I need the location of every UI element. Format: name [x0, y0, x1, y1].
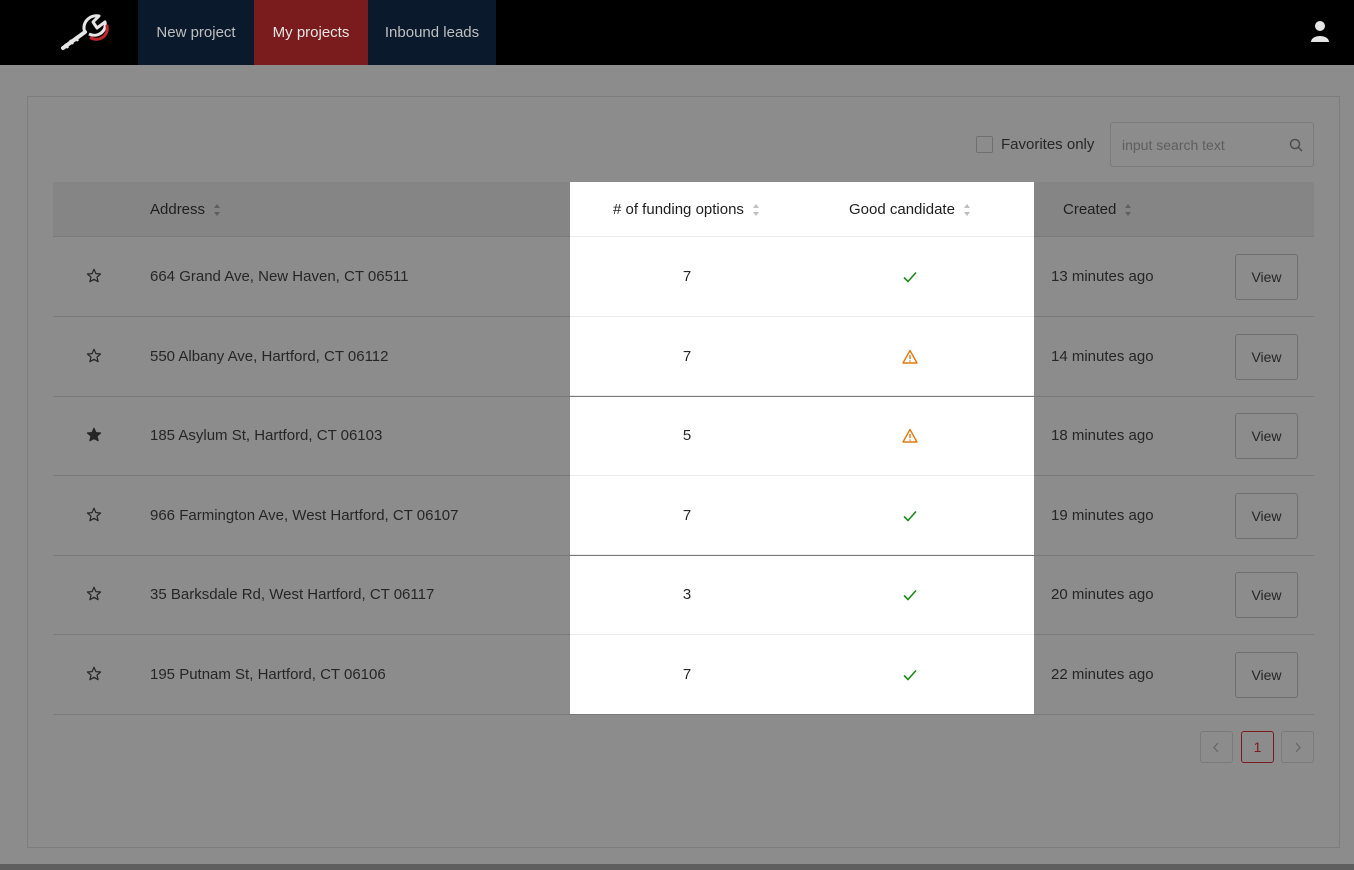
view-button[interactable]: View: [1235, 572, 1298, 618]
sort-icon[interactable]: [1124, 203, 1132, 217]
table-row: 185 Asylum St, Hartford, CT 06103 5 18 min…: [53, 396, 1314, 476]
table-row: 966 Farmington Ave, West Hartford, CT 06…: [53, 476, 1314, 556]
view-button[interactable]: View: [1235, 492, 1298, 539]
nav-tab-my-projects[interactable]: My projects: [254, 0, 368, 65]
sort-icon[interactable]: [963, 203, 971, 217]
star-outline-icon[interactable]: [86, 348, 102, 364]
address-cell: 550 Albany Ave, Hartford, CT 06112: [150, 347, 389, 365]
favorites-only-label[interactable]: Favorites only: [1001, 136, 1094, 154]
address-cell: 664 Grand Ave, New Haven, CT 06511: [150, 268, 409, 285]
star-outline-icon[interactable]: [86, 507, 102, 523]
column-header-good-label: Good candidate: [849, 201, 955, 218]
funding-options-cell: 7: [682, 665, 692, 683]
check-icon: [903, 669, 917, 681]
nav-tab-new-project[interactable]: New project: [138, 0, 254, 65]
created-cell: 14 minutes ago: [1051, 347, 1154, 365]
table-row: 195 Putnam St, Hartford, CT 06106 7 22 min…: [53, 635, 1314, 715]
star-outline-icon[interactable]: [86, 666, 102, 682]
created-cell: 20 minutes ago: [1051, 586, 1154, 603]
warning-icon: [902, 428, 918, 443]
pagination-prev-button[interactable]: [1200, 731, 1233, 763]
column-header-address[interactable]: Address: [150, 182, 221, 237]
view-button[interactable]: View: [1235, 333, 1298, 380]
favorites-only-checkbox[interactable]: [976, 136, 993, 153]
top-navigation-bar: New project My projects Inbound leads: [0, 0, 1354, 65]
address-cell: 195 Putnam St, Hartford, CT 06106: [150, 665, 386, 683]
created-cell: 22 minutes ago: [1051, 665, 1154, 683]
view-button[interactable]: View: [1235, 413, 1298, 459]
sort-icon[interactable]: [752, 203, 760, 217]
pagination-page-1[interactable]: 1: [1241, 731, 1274, 763]
row-divider: [570, 474, 1034, 476]
star-outline-icon[interactable]: [86, 268, 102, 284]
view-button[interactable]: View: [1235, 254, 1298, 300]
search-icon[interactable]: [1289, 138, 1303, 152]
created-cell: 19 minutes ago: [1051, 506, 1154, 524]
table-row: 550 Albany Ave, Hartford, CT 06112 7 14 mi…: [53, 317, 1314, 397]
column-header-address-label: Address: [150, 201, 206, 218]
row-divider: [570, 395, 1034, 396]
warning-icon: [902, 349, 918, 364]
row-divider: [570, 315, 1034, 317]
address-cell: 35 Barksdale Rd, West Hartford, CT 06117: [150, 586, 435, 603]
check-icon: [903, 510, 917, 522]
column-header-good-candidate[interactable]: Good candidate: [849, 182, 971, 237]
funding-options-cell: 3: [682, 586, 692, 603]
row-divider: [570, 633, 1034, 635]
search-input[interactable]: [1122, 134, 1282, 156]
star-outline-icon[interactable]: [86, 586, 102, 602]
column-header-funding-label: # of funding options: [613, 201, 744, 218]
key-wrench-logo[interactable]: [55, 10, 113, 56]
funding-options-cell: 7: [682, 268, 692, 285]
nav-tab-inbound-leads[interactable]: Inbound leads: [368, 0, 496, 65]
sort-icon[interactable]: [213, 203, 221, 217]
view-button[interactable]: View: [1235, 651, 1298, 698]
check-icon: [903, 589, 917, 601]
funding-options-cell: 5: [682, 427, 692, 444]
pagination-next-button[interactable]: [1281, 731, 1314, 763]
chevron-left-icon: [1213, 742, 1219, 753]
star-filled-icon[interactable]: [86, 427, 102, 443]
check-icon: [903, 271, 917, 283]
funding-options-cell: 7: [682, 506, 692, 524]
row-divider: [570, 554, 1034, 555]
bottom-scroll-strip: [0, 864, 1354, 870]
funding-options-cell: 7: [682, 347, 692, 365]
column-header-created[interactable]: Created: [1063, 182, 1132, 237]
table-row: 35 Barksdale Rd, West Hartford, CT 06117…: [53, 555, 1314, 635]
created-cell: 13 minutes ago: [1051, 268, 1154, 285]
chevron-right-icon: [1295, 742, 1301, 753]
search-box: [1110, 122, 1314, 167]
user-account-icon[interactable]: [1310, 20, 1330, 42]
created-cell: 18 minutes ago: [1051, 427, 1154, 444]
address-cell: 966 Farmington Ave, West Hartford, CT 06…: [150, 506, 459, 524]
column-header-funding-options[interactable]: # of funding options: [613, 182, 760, 237]
table-row: 664 Grand Ave, New Haven, CT 06511 7 13 mi…: [53, 237, 1314, 317]
column-header-created-label: Created: [1063, 201, 1117, 218]
address-cell: 185 Asylum St, Hartford, CT 06103: [150, 427, 383, 444]
